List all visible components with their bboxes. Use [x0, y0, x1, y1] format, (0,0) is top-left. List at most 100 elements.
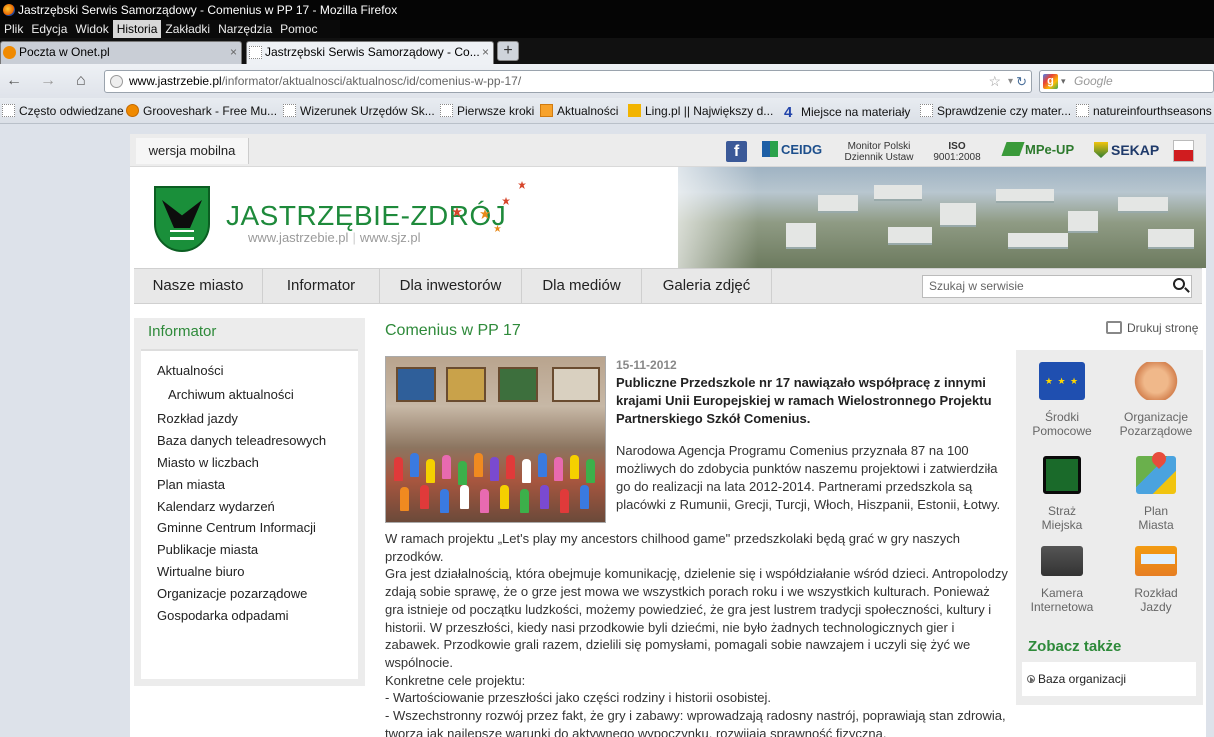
sidebar: Informator Aktualności Archiwum aktualno…	[134, 318, 365, 686]
tab-jastrzebie[interactable]: Jastrzębski Serwis Samorządowy - Co... ×	[246, 41, 494, 64]
bip-icon[interactable]	[1173, 140, 1194, 162]
bookmark-grooveshark[interactable]: Grooveshark - Free Mu...	[126, 104, 277, 118]
sekap-link[interactable]: SEKAP	[1094, 139, 1159, 163]
quick-link-srodki-pomocowe[interactable]: Środki Pomocowe	[1016, 362, 1108, 438]
bookmark-sprawdzenie[interactable]: Sprawdzenie czy mater...	[920, 104, 1071, 118]
new-tab-button[interactable]: +	[497, 41, 519, 61]
sidebar-item-kalendarz[interactable]: Kalendarz wydarzeń	[157, 499, 275, 514]
see-also-link-label: Baza organizacji	[1038, 672, 1127, 686]
search-icon[interactable]	[1173, 278, 1185, 290]
quick-link-label: Miejska	[1041, 518, 1083, 532]
quick-link-rozklad-jazdy[interactable]: Rozkład Jazdy	[1110, 546, 1202, 614]
bookmark-czesto-odwiedzane[interactable]: Często odwiedzane	[2, 104, 124, 118]
nav-informator[interactable]: Informator	[263, 269, 380, 303]
print-label: Drukuj stronę	[1127, 321, 1199, 335]
mpeup-label: MPe-UP	[1025, 142, 1075, 157]
nav-nasze-miasto[interactable]: Nasze miasto	[134, 269, 263, 303]
quick-link-label: Organizacje	[1123, 410, 1189, 424]
quick-link-kamera[interactable]: Kamera Internetowa	[1016, 546, 1108, 614]
menu-narzedzia[interactable]: Narzędzia	[214, 20, 276, 38]
back-button[interactable]: ←	[6, 72, 22, 90]
bookmark-ling[interactable]: Ling.pl || Największy d...	[628, 104, 773, 118]
sidebar-item-baza-teleadresowa[interactable]: Baza danych teleadresowych	[157, 433, 326, 448]
sidebar-item-wirtualne-biuro[interactable]: Wirtualne biuro	[157, 564, 244, 579]
ceidg-label: CEIDG	[781, 142, 823, 157]
city-panorama-image	[678, 167, 1206, 268]
menu-plik[interactable]: Plik	[0, 20, 27, 38]
sidebar-item-plan-miasta[interactable]: Plan miasta	[157, 477, 225, 492]
quick-link-plan-miasta[interactable]: Plan Miasta	[1110, 456, 1202, 532]
bookmark-pierwsze-kroki[interactable]: Pierwsze kroki	[440, 104, 534, 118]
home-button[interactable]: ⌂	[76, 72, 86, 90]
history-dropdown-icon[interactable]: ▾	[1008, 71, 1013, 92]
article-photo[interactable]	[385, 356, 606, 523]
quick-link-organizacje[interactable]: Organizacje Pozarządowe	[1110, 362, 1202, 438]
nav-galeria-zdjec[interactable]: Galeria zdjęć	[642, 269, 772, 303]
quick-link-label: Pomocowe	[1032, 424, 1092, 438]
search-placeholder: Google	[1074, 74, 1113, 88]
sidebar-item-miasto-w-liczbach[interactable]: Miasto w liczbach	[157, 455, 259, 470]
bookmark-star-icon[interactable]: ☆	[988, 71, 1001, 92]
tab-poczta-onet[interactable]: Poczta w Onet.pl ×	[0, 41, 242, 64]
sidebar-item-rozklad-jazdy[interactable]: Rozkład jazdy	[157, 411, 238, 426]
article-lead: Publiczne Przedszkole nr 17 nawiązało ws…	[616, 375, 992, 426]
monitor-polski-link[interactable]: Monitor Polski Dziennik Ustaw	[842, 141, 916, 165]
brand-url-separator: |	[352, 230, 356, 245]
search-engine-dropdown-icon[interactable]: ▾	[1061, 71, 1066, 92]
mobile-version-link[interactable]: wersja mobilna	[136, 138, 249, 164]
article-body: W ramach projektu „Let's play my ancesto…	[385, 530, 1011, 737]
bookmark-label: Aktualności	[557, 104, 619, 118]
print-page-link[interactable]: Drukuj stronę	[1106, 321, 1198, 335]
quick-link-label: Pozarządowe	[1119, 424, 1193, 438]
ceidg-logo-icon	[762, 141, 778, 157]
menu-zakladki[interactable]: Zakładki	[161, 20, 214, 38]
sidebar-item-organizacje[interactable]: Organizacje pozarządowe	[157, 586, 307, 601]
article-paragraph: - Wszechstronny rozwój przez fakt, że gr…	[385, 708, 1006, 737]
quick-link-label: Straż	[1047, 504, 1076, 518]
site-brand-name[interactable]: JASTRZĘBIE-ZDRÓJ	[226, 200, 506, 232]
facebook-icon[interactable]: f	[726, 141, 747, 162]
address-bar[interactable]: www.jastrzebie.pl/informator/aktualnosci…	[104, 70, 1032, 93]
iso-link[interactable]: ISO 9001:2008	[930, 141, 984, 165]
google-logo-icon[interactable]: g	[1043, 74, 1058, 89]
ling-favicon-icon	[628, 104, 641, 117]
quick-link-straz-miejska[interactable]: Straż Miejska	[1016, 456, 1108, 532]
sidebar-item-gci[interactable]: Gminne Centrum Informacji	[157, 520, 316, 535]
bookmark-natureinfourthseasons[interactable]: natureinfourthseasons	[1076, 104, 1212, 118]
bookmark-aktualnosci[interactable]: Aktualności	[540, 104, 618, 118]
site-identity-icon[interactable]	[110, 75, 123, 88]
close-tab-icon[interactable]: ×	[230, 42, 237, 63]
arrow-circle-icon	[1027, 675, 1035, 683]
menu-historia[interactable]: Historia	[112, 20, 162, 38]
close-tab-icon[interactable]: ×	[482, 42, 489, 63]
quick-link-label: Rozkład	[1134, 586, 1178, 600]
mpeup-link[interactable]: MPe-UP	[1001, 139, 1075, 163]
sidebar-item-gospodarka-odpadami[interactable]: Gospodarka odpadami	[157, 608, 289, 623]
bookmark-miejsce-na-materialy[interactable]: 4 Miejsce na materiały	[784, 104, 910, 121]
see-also-link[interactable]: Baza organizacji	[1022, 662, 1196, 696]
article-intro: Narodowa Agencja Programu Comenius przyz…	[616, 443, 1001, 512]
bookmark-wizerunek[interactable]: Wizerunek Urzędów Sk...	[283, 104, 435, 118]
monitor-line1: Monitor Polski	[847, 141, 911, 152]
forward-button[interactable]: →	[40, 72, 56, 90]
nav-dla-inwestorow[interactable]: Dla inwestorów	[380, 269, 522, 303]
sidebar-item-archiwum[interactable]: Archiwum aktualności	[168, 387, 294, 402]
quick-link-label: Plan	[1143, 504, 1169, 518]
window-title-bar: Jastrzębski Serwis Samorządowy - Comeniu…	[0, 0, 1214, 20]
menu-edycja[interactable]: Edycja	[27, 20, 71, 38]
menu-widok[interactable]: Widok	[71, 20, 112, 38]
reload-button[interactable]: ↻	[1016, 71, 1027, 92]
browser-search-input[interactable]: g ▾ Google	[1039, 70, 1214, 93]
nav-dla-mediow[interactable]: Dla mediów	[522, 269, 642, 303]
site-search-input[interactable]: Szukaj w serwisie	[922, 275, 1192, 298]
sidebar-item-publikacje[interactable]: Publikacje miasta	[157, 542, 258, 557]
video-camera-icon	[1041, 546, 1083, 576]
ceidg-link[interactable]: CEIDG	[762, 139, 822, 163]
site-search-placeholder: Szukaj w serwisie	[929, 279, 1024, 293]
bookmark-label: Wizerunek Urzędów Sk...	[300, 104, 435, 118]
sidebar-item-aktualnosci[interactable]: Aktualności	[157, 363, 223, 378]
navigation-toolbar: ← → ⌂ www.jastrzebie.pl/informator/aktua…	[0, 64, 1214, 98]
city-guard-badge-icon	[1043, 456, 1081, 494]
menu-pomoc[interactable]: Pomoc	[276, 20, 321, 38]
city-crest-logo[interactable]	[154, 186, 210, 252]
